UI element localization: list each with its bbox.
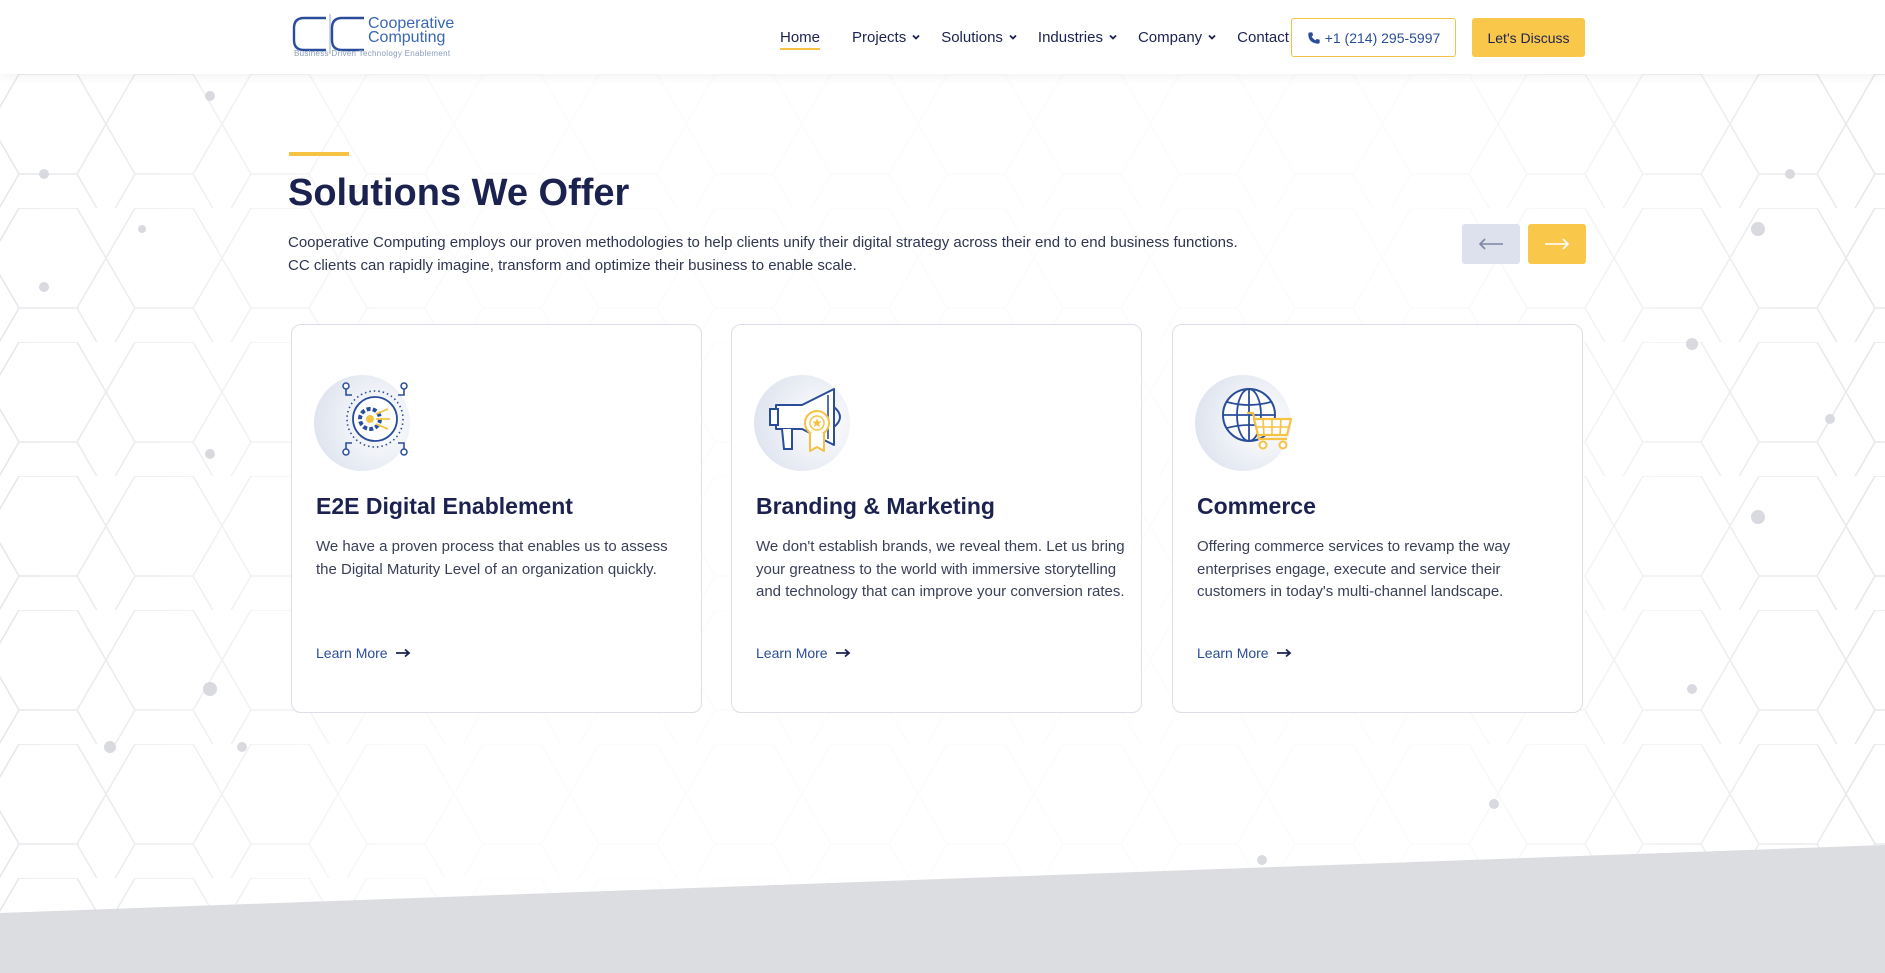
chevron-down-icon — [1208, 34, 1216, 40]
card-title: E2E Digital Enablement — [316, 493, 573, 519]
learn-more-link[interactable]: Learn More — [316, 645, 411, 661]
site-header: Cooperative Computing Business Driven Te… — [0, 0, 1885, 74]
nav-item-label: Contact — [1237, 28, 1289, 46]
phone-icon — [1308, 31, 1320, 44]
chevron-down-icon — [912, 34, 920, 40]
nav-item-label: Solutions — [941, 28, 1003, 46]
nav-item-label: Projects — [852, 28, 907, 46]
arrow-right-icon — [1276, 648, 1291, 658]
nav-item-label: Home — [780, 28, 821, 46]
arrow-right-icon — [835, 648, 850, 658]
logo[interactable]: Cooperative Computing Business Driven Te… — [290, 12, 470, 60]
arrow-left-icon — [1478, 238, 1503, 250]
globe-cart-icon — [1195, 375, 1293, 471]
section-title: Solutions We Offer — [288, 172, 630, 214]
nav-item-solutions[interactable]: Solutions — [941, 29, 1018, 46]
learn-more-label: Learn More — [1197, 645, 1269, 661]
logo-tagline: Business Driven Technology Enablement — [294, 49, 451, 58]
logo-name-line2: Computing — [368, 29, 446, 46]
card-title: Commerce — [1197, 493, 1316, 519]
digital-gear-icon — [314, 375, 410, 471]
chevron-down-icon — [1109, 34, 1117, 40]
learn-more-label: Learn More — [756, 645, 828, 661]
learn-more-link[interactable]: Learn More — [756, 645, 851, 661]
chevron-down-icon — [1009, 34, 1017, 40]
solution-card-branding[interactable]: Branding & Marketing We don't establish … — [731, 324, 1142, 713]
section-description-line1: Cooperative Computing employs our proven… — [288, 234, 1238, 251]
solution-card-e2e[interactable]: E2E Digital Enablement We have a proven … — [291, 324, 702, 713]
nav-item-label: Company — [1137, 28, 1203, 46]
carousel-next-button[interactable] — [1528, 224, 1586, 264]
section-description-line2: CC clients can rapidly imagine, transfor… — [288, 257, 857, 274]
learn-more-link[interactable]: Learn More — [1197, 645, 1292, 661]
carousel-prev-button[interactable] — [1462, 224, 1520, 264]
nav-item-company[interactable]: Company — [1138, 29, 1217, 46]
phone-number: +1 (214) 295-5997 — [1324, 29, 1441, 46]
learn-more-label: Learn More — [316, 645, 388, 661]
card-text: Offering commerce services to revamp the… — [1197, 538, 1511, 600]
card-text: We have a proven process that enables us… — [316, 538, 668, 578]
arrow-right-icon — [395, 648, 410, 658]
phone-button[interactable]: +1 (214) 295-5997 — [1291, 18, 1456, 57]
solution-card-commerce[interactable]: Commerce Offering commerce services to r… — [1172, 324, 1583, 713]
logo-name: Cooperative Computing — [368, 16, 478, 46]
section-description: Cooperative Computing employs our proven… — [288, 231, 1268, 277]
card-title: Branding & Marketing — [756, 493, 995, 519]
arrow-right-icon — [1545, 238, 1570, 250]
megaphone-award-icon — [754, 375, 850, 471]
main-nav: Home Projects Solutions Industries Compa… — [780, 0, 1324, 74]
solutions-section: Solutions We Offer Cooperative Computing… — [0, 74, 1885, 874]
nav-item-label: Industries — [1037, 28, 1103, 46]
lets-discuss-button[interactable]: Let's Discuss — [1472, 18, 1585, 57]
nav-item-home[interactable]: Home — [780, 28, 821, 50]
nav-item-projects[interactable]: Projects — [852, 29, 921, 46]
nav-item-industries[interactable]: Industries — [1038, 29, 1118, 46]
card-text: We don't establish brands, we reveal the… — [756, 538, 1125, 600]
title-accent-line — [289, 152, 349, 156]
